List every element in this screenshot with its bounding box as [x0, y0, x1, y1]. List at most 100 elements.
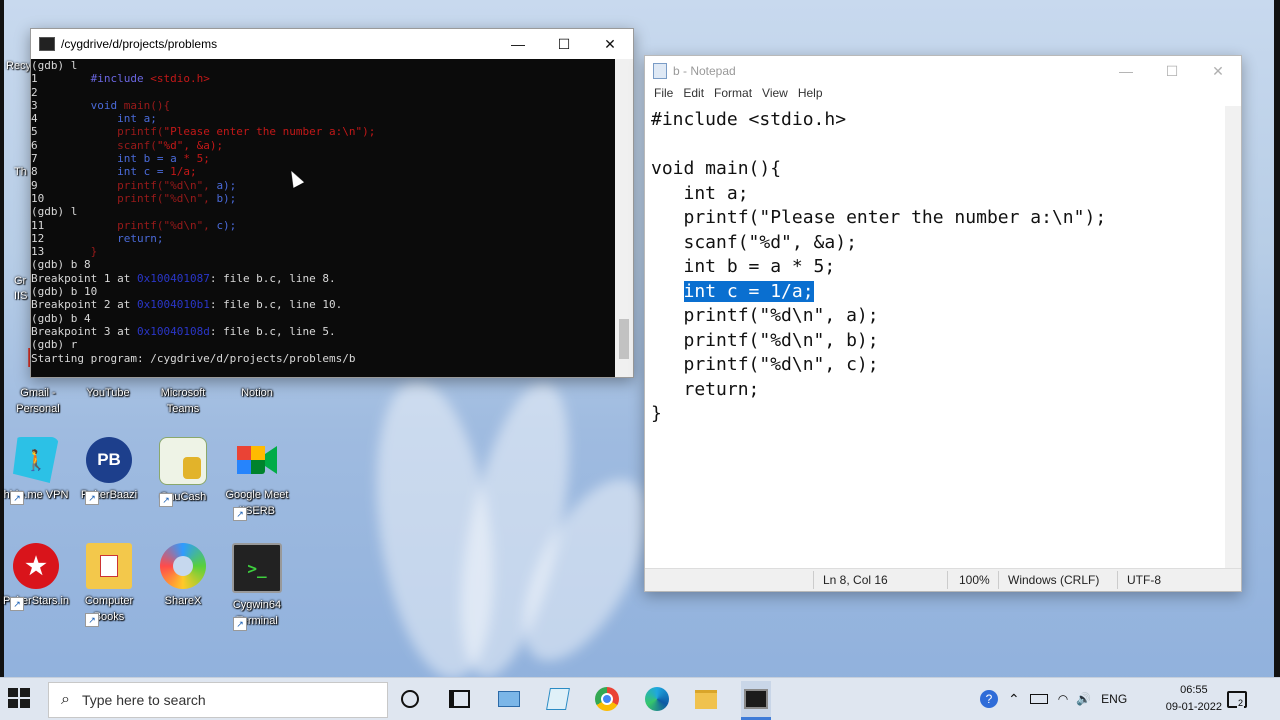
desktop-icon-pokerstars[interactable]: ★ ↗ PokerStars.in: [0, 543, 74, 611]
menu-view[interactable]: View: [757, 86, 793, 106]
code-text: #include <stdio.h> void main(){ int a; p…: [651, 109, 1107, 277]
shortcut-arrow-icon: ↗: [85, 613, 99, 627]
terminal-text: void: [90, 98, 124, 112]
terminal-text: * 5;: [183, 152, 210, 166]
shortcut-arrow-icon: ↗: [85, 491, 99, 505]
walker-icon: 🚶: [23, 449, 49, 472]
terminal-line: 2: [31, 86, 615, 99]
cygwin-taskbar-icon[interactable]: [741, 681, 771, 720]
notepad-taskbar-icon[interactable]: [543, 684, 573, 714]
desktop-icon-google-meet[interactable]: ↗ Google Meet IISERB: [219, 437, 295, 521]
terminal-output[interactable]: (gdb) l1 #include <stdio.h> 2 3 void main(…: [31, 59, 615, 377]
notepad-statusbar: Ln 8, Col 16 100% Windows (CRLF) UTF-8: [645, 568, 1241, 591]
status-line-ending: Windows (CRLF): [1008, 573, 1100, 587]
edge-icon[interactable]: [642, 684, 672, 714]
terminal-text: 4: [31, 112, 118, 126]
terminal-text: printf(: [117, 125, 164, 139]
coins-icon: [183, 457, 201, 479]
terminal-line: Breakpoint 1 at 0x100401087: file b.c, l…: [31, 272, 615, 285]
close-icon[interactable]: ✕: [587, 29, 633, 59]
notification-icon[interactable]: 2: [1222, 684, 1252, 714]
menu-format[interactable]: Format: [709, 86, 757, 106]
help-icon[interactable]: ?: [980, 690, 998, 708]
notepad-window[interactable]: b - Notepad — ☐ ✕ File Edit Format View …: [644, 55, 1242, 592]
terminal-line: Breakpoint 3 at 0x10040108d: file b.c, l…: [31, 325, 615, 338]
desktop-icon-label: GnuCash: [159, 491, 207, 503]
terminal-line: 9 printf("%d\n", a);: [31, 179, 615, 192]
taskbar-search-box[interactable]: ⌕ Type here to search: [48, 682, 388, 718]
terminal-text: }: [90, 245, 98, 259]
terminal-text: : file b.c, line 10.: [209, 298, 343, 312]
desktop-icon-label: Microsoft Teams: [160, 387, 206, 415]
language-indicator[interactable]: ENG: [1101, 692, 1127, 706]
terminal-text: 0x100401087: [136, 271, 210, 285]
desktop-icon-hideme-vpn[interactable]: 🚶 ↗ hide.me VPN: [0, 437, 74, 505]
terminal-scrollbar-thumb[interactable]: [619, 319, 629, 359]
terminal-text: main(){: [123, 98, 171, 112]
file-explorer-icon[interactable]: [691, 684, 721, 714]
minimize-icon[interactable]: —: [495, 29, 541, 59]
terminal-text: printf("%d\n",: [117, 178, 217, 192]
pc-icon[interactable]: [494, 684, 524, 714]
sharex-center-icon: [173, 556, 193, 576]
shortcut-arrow-icon: ↗: [10, 491, 24, 505]
notepad-titlebar[interactable]: b - Notepad — ☐ ✕: [645, 56, 1241, 86]
terminal-text: 2: [31, 85, 38, 99]
system-tray: ? ⌃ ◠ 🔊 ENG: [980, 678, 1127, 720]
notepad-text-area[interactable]: #include <stdio.h> void main(){ int a; p…: [645, 106, 1225, 568]
status-encoding: UTF-8: [1127, 573, 1161, 587]
desktop-icon-pokerbaazi[interactable]: PB ↗ PokerBaazi: [71, 437, 147, 505]
desktop-partial-label: IIS: [14, 290, 28, 302]
menu-file[interactable]: File: [649, 86, 678, 106]
close-icon[interactable]: ✕: [1195, 56, 1241, 86]
terminal-text: (gdb) b 4: [31, 311, 91, 325]
terminal-text: 5: [31, 125, 118, 139]
desktop-icon-gnucash[interactable]: ↗ GnuCash: [145, 437, 221, 507]
terminal-text: 7: [31, 152, 118, 166]
minimize-icon[interactable]: —: [1103, 56, 1149, 86]
desktop-icon-computer-books[interactable]: ↗ Computer Books: [71, 543, 147, 627]
wifi-icon[interactable]: ◠: [1058, 692, 1068, 706]
status-separator: [998, 571, 999, 589]
terminal-line: 12 return;: [31, 232, 615, 245]
notification-count: 2: [1237, 697, 1245, 708]
desktop-icon-label: Google Meet IISERB: [225, 489, 289, 517]
volume-icon[interactable]: 🔊: [1076, 692, 1091, 706]
terminal-text: 1: [31, 72, 91, 86]
desktop-partial-label: Gr: [14, 275, 27, 287]
desktop-icon-label: Computer Books: [84, 595, 134, 623]
desktop-icon-cygwin-terminal[interactable]: >_ ↗ Cygwin64 Terminal: [219, 543, 295, 631]
terminal-text: 13: [31, 245, 91, 259]
task-view-icon[interactable]: [444, 684, 474, 714]
terminal-line: (gdb) l: [31, 59, 615, 72]
taskbar-clock[interactable]: 06:55 09-01-2022: [1166, 682, 1222, 716]
notepad-scrollbar[interactable]: [1225, 106, 1241, 568]
terminal-text: "%d", &a);: [156, 138, 224, 152]
shortcut-arrow-icon: ↗: [10, 597, 24, 611]
chrome-icon[interactable]: [592, 684, 622, 714]
terminal-scrollbar[interactable]: [615, 59, 633, 377]
desktop-icon-sharex[interactable]: ShareX: [145, 543, 221, 609]
maximize-icon[interactable]: ☐: [1149, 56, 1195, 86]
chevron-up-icon[interactable]: ⌃: [1008, 691, 1020, 708]
menu-edit[interactable]: Edit: [678, 86, 709, 106]
notepad-app-icon: [653, 63, 667, 79]
desktop-partial-label: Th: [14, 166, 27, 178]
terminal-window[interactable]: /cygdrive/d/projects/problems — ☐ ✕ (gdb…: [30, 28, 634, 378]
desktop-icon-label: Notion: [241, 387, 273, 399]
notepad-window-controls: — ☐ ✕: [1103, 56, 1241, 86]
battery-icon[interactable]: [1029, 694, 1048, 704]
terminal-text: <stdio.h>: [150, 72, 210, 86]
windows-start-icon[interactable]: [8, 688, 32, 710]
maximize-icon[interactable]: ☐: [541, 29, 587, 59]
video-edge-right: [1274, 0, 1280, 720]
desktop-icon-label: Gmail - Personal: [16, 387, 60, 415]
vpn-icon: 🚶: [13, 437, 59, 483]
menu-help[interactable]: Help: [793, 86, 828, 106]
cortana-icon[interactable]: [395, 684, 425, 714]
terminal-line: (gdb) l: [31, 205, 615, 218]
status-separator: [947, 571, 948, 589]
terminal-text: Breakpoint 1 at: [31, 271, 137, 285]
terminal-titlebar[interactable]: /cygdrive/d/projects/problems — ☐ ✕: [31, 29, 633, 59]
cygwin-terminal-icon: >_: [232, 543, 282, 593]
